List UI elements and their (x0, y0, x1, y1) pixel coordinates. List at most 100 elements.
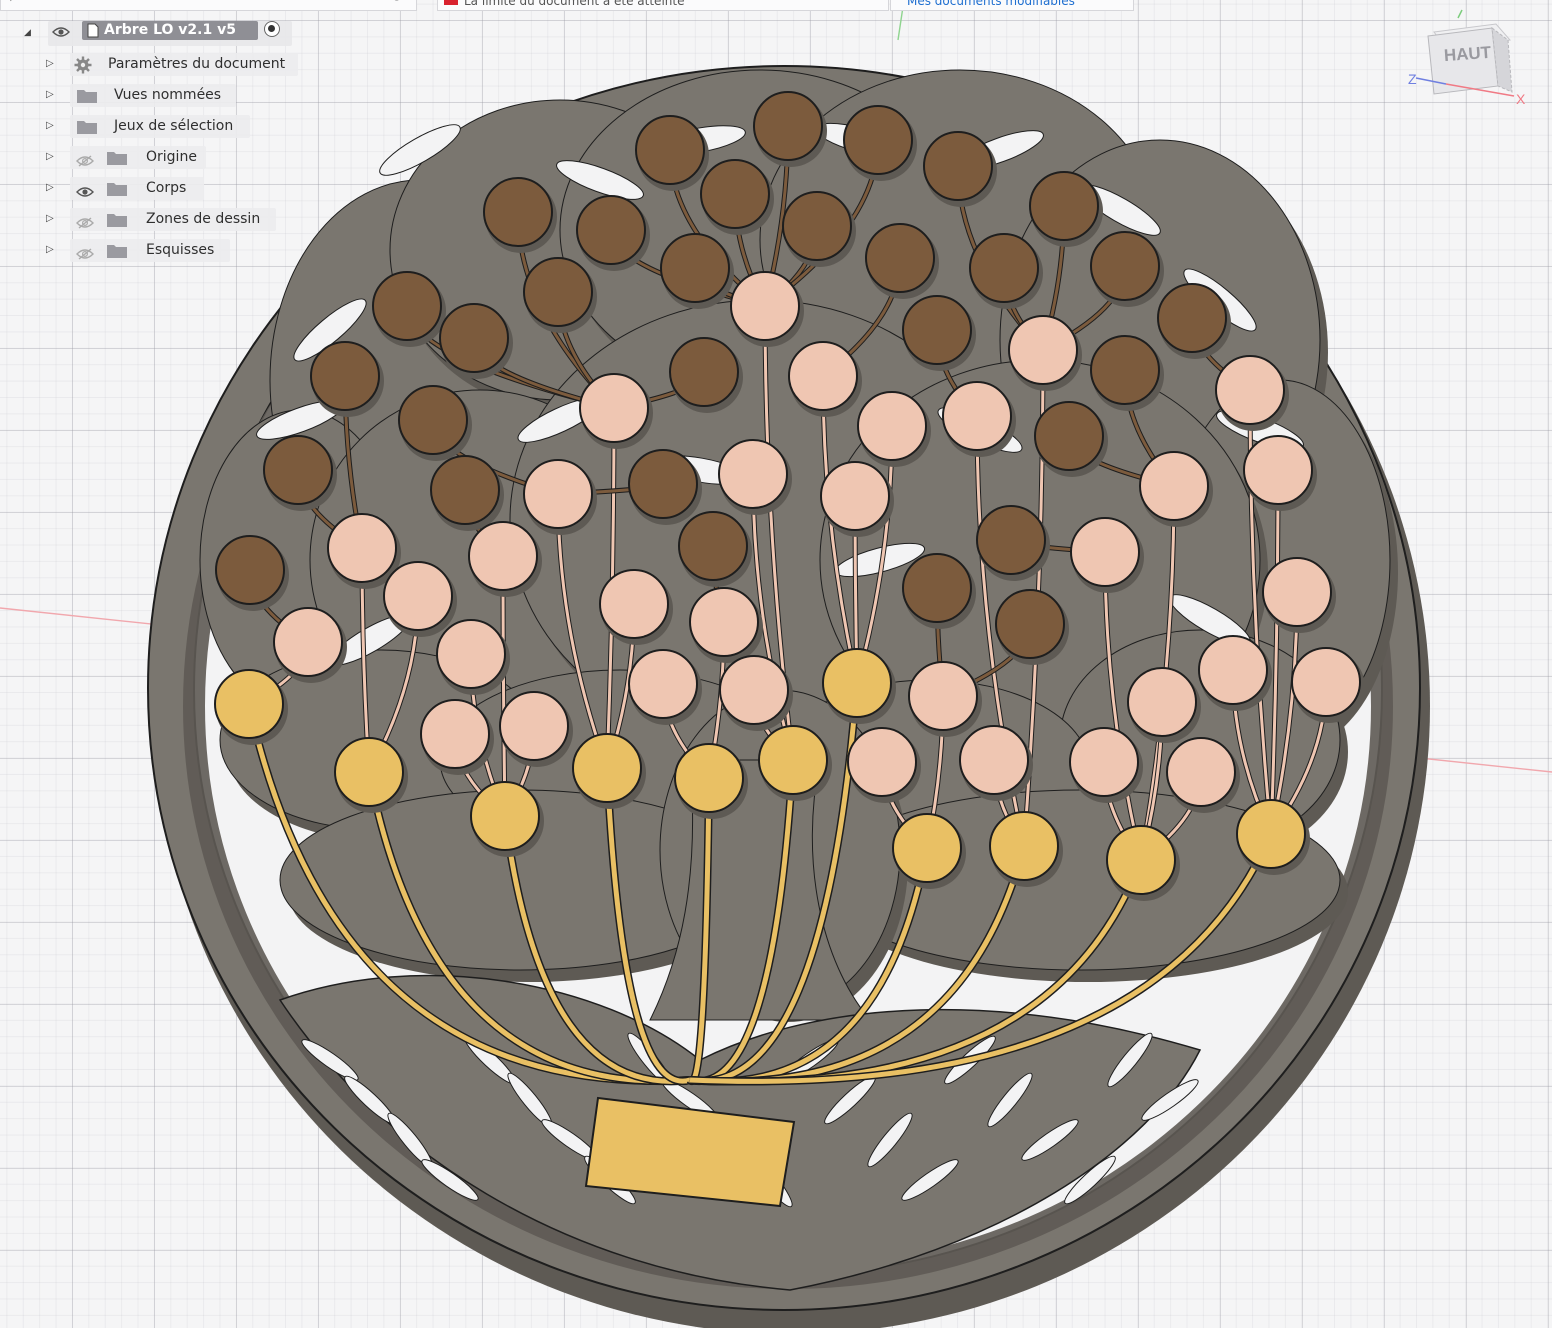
brown-node (660, 233, 730, 303)
brown-node (669, 337, 739, 407)
gold-node (674, 743, 744, 813)
browser-item-row[interactable]: ▷ Corps (0, 173, 310, 204)
brown-node (483, 177, 553, 247)
brown-node (372, 271, 442, 341)
browser-item-row[interactable]: ▷ Esquisses (0, 235, 310, 266)
pink-node (1166, 737, 1236, 807)
folder-icon (77, 121, 97, 134)
browser-item-row[interactable]: ▷ Paramètres du document (0, 49, 310, 80)
view-cube[interactable]: HAUT X Z (1400, 6, 1540, 116)
browser-item-label[interactable]: Origine (146, 149, 197, 165)
pink-node (1243, 435, 1313, 505)
eye-hidden-icon[interactable] (76, 248, 94, 260)
brown-node (923, 131, 993, 201)
brown-node (902, 553, 972, 623)
browser-item-label[interactable]: Jeux de sélection (114, 118, 233, 134)
browser-item-label[interactable]: Paramètres du document (108, 56, 285, 72)
gold-node (1236, 799, 1306, 869)
gear-icon (74, 56, 92, 74)
browser-item-row[interactable]: ▷ Jeux de sélection (0, 111, 310, 142)
brown-node (263, 435, 333, 505)
folder-icon (107, 183, 127, 196)
pink-node (942, 381, 1012, 451)
browser-item-label[interactable]: Zones de dessin (146, 211, 260, 227)
eye-hidden-icon[interactable] (76, 217, 94, 229)
brown-node (439, 303, 509, 373)
pink-node (628, 649, 698, 719)
pink-node (468, 521, 538, 591)
pink-node (1198, 635, 1268, 705)
pink-node (1291, 647, 1361, 717)
browser-item-row[interactable]: ▷ Zones de dessin (0, 204, 310, 235)
gold-node (822, 648, 892, 718)
brown-node (902, 295, 972, 365)
brown-node (1034, 401, 1104, 471)
pink-node (1069, 727, 1139, 797)
cube-face-label: HAUT (1443, 43, 1492, 65)
expand-right-icon[interactable]: ▷ (46, 213, 54, 225)
eye-icon[interactable] (52, 26, 70, 38)
expand-right-icon[interactable]: ▷ (46, 58, 54, 70)
y-axis-indicator (1457, 9, 1463, 19)
browser-item-row[interactable]: ▷ Origine (0, 142, 310, 173)
pink-node (1070, 517, 1140, 587)
browser-item-label[interactable]: Vues nommées (114, 87, 221, 103)
brown-node (523, 257, 593, 327)
brown-node (628, 449, 698, 519)
pink-node (420, 699, 490, 769)
component-name-box[interactable]: Arbre LO v2.1 v5 (82, 21, 258, 40)
pink-node (788, 341, 858, 411)
component-name[interactable]: Arbre LO v2.1 v5 (82, 22, 258, 38)
pink-node (719, 655, 789, 725)
expand-down-icon[interactable]: ◢ (24, 27, 31, 39)
pink-node (908, 661, 978, 731)
browser-tree: ◢ Arbre LO v2.1 v5 ▷ Paramètres du docume… (0, 18, 310, 266)
pink-node (959, 725, 1029, 795)
pink-node (1139, 451, 1209, 521)
eye-icon[interactable] (76, 186, 94, 198)
folder-icon (77, 90, 97, 103)
pink-node (499, 691, 569, 761)
expand-right-icon[interactable]: ▷ (46, 151, 54, 163)
pink-node (718, 439, 788, 509)
browser-item-row[interactable]: ▷ Vues nommées (0, 80, 310, 111)
brown-node (969, 233, 1039, 303)
pink-node (523, 459, 593, 529)
browser-root-row[interactable]: ◢ Arbre LO v2.1 v5 (0, 18, 310, 49)
brown-node (700, 159, 770, 229)
expand-right-icon[interactable]: ▷ (46, 182, 54, 194)
brown-node (430, 455, 500, 525)
pink-node (1127, 667, 1197, 737)
pink-node (1215, 355, 1285, 425)
brown-node (865, 223, 935, 293)
pink-node (599, 569, 669, 639)
gold-node (572, 733, 642, 803)
pink-node (1262, 557, 1332, 627)
pink-node (1008, 315, 1078, 385)
activate-radio[interactable] (264, 21, 280, 37)
pink-node (273, 607, 343, 677)
folder-icon (107, 214, 127, 227)
pink-node (730, 271, 800, 341)
brown-node (215, 535, 285, 605)
folder-icon (107, 245, 127, 258)
brown-node (576, 195, 646, 265)
gold-node (1106, 825, 1176, 895)
gold-node (989, 811, 1059, 881)
gold-node (214, 669, 284, 739)
browser-item-label[interactable]: Esquisses (146, 242, 214, 258)
gold-node (334, 737, 404, 807)
browser-item-label[interactable]: Corps (146, 180, 186, 196)
expand-right-icon[interactable]: ▷ (46, 89, 54, 101)
pink-node (820, 461, 890, 531)
expand-right-icon[interactable]: ▷ (46, 120, 54, 132)
pink-node (436, 619, 506, 689)
component-icon (87, 23, 99, 38)
gold-node (758, 725, 828, 795)
brown-node (1090, 335, 1160, 405)
brown-node (995, 589, 1065, 659)
brown-node (1090, 231, 1160, 301)
pink-node (857, 391, 927, 461)
expand-right-icon[interactable]: ▷ (46, 244, 54, 256)
eye-hidden-icon[interactable] (76, 155, 94, 167)
